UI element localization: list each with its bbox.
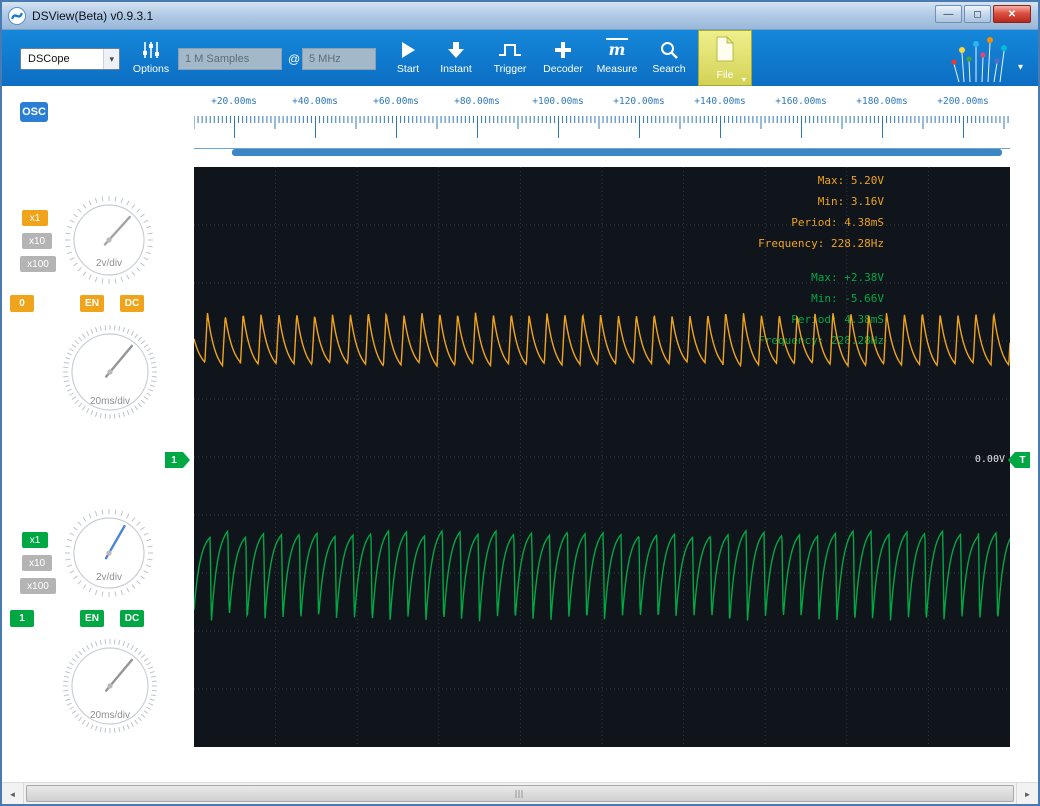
plus-icon bbox=[553, 36, 573, 60]
ruler-time-label: +80.00ms bbox=[454, 96, 500, 107]
timebase-label-bottom: 20ms/div bbox=[89, 710, 130, 721]
scroll-left-button[interactable]: ◄ bbox=[2, 783, 24, 804]
ch1-vdiv-label: 2v/div bbox=[95, 572, 123, 583]
ch0-coupling-button[interactable]: DC bbox=[120, 295, 144, 312]
scroll-left-arrow-icon: ◄ bbox=[8, 789, 17, 799]
plot-canvas bbox=[194, 167, 1010, 747]
trigger-marker-label: T bbox=[1019, 454, 1026, 466]
file-button[interactable]: File ▾ bbox=[698, 30, 752, 86]
ch0-probe-x100-button[interactable]: x100 bbox=[20, 256, 56, 272]
trigger-button[interactable]: Trigger bbox=[486, 36, 534, 82]
sample-count-field[interactable] bbox=[178, 48, 282, 70]
app-window: DSView(Beta) v0.9.3.1 — ◻ ✕ DSCope ▾ Opt… bbox=[0, 0, 1040, 806]
instant-label: Instant bbox=[440, 63, 472, 75]
file-document-icon bbox=[714, 35, 736, 67]
trigger-label: Trigger bbox=[493, 63, 527, 75]
ruler-time-label: +20.00ms bbox=[211, 96, 257, 107]
horizontal-scrollbar[interactable]: ◄ ► bbox=[2, 782, 1038, 804]
maximize-icon: ◻ bbox=[973, 8, 982, 20]
file-label: File bbox=[716, 68, 734, 81]
ruler-scroll-thumb[interactable] bbox=[232, 149, 1002, 156]
search-label: Search bbox=[652, 63, 686, 75]
instant-button[interactable]: Instant bbox=[432, 36, 480, 82]
chevron-down-icon: ▾ bbox=[103, 49, 119, 69]
ch1-vdiv-dial[interactable] bbox=[64, 508, 154, 598]
ch0-vdiv-dial[interactable] bbox=[64, 195, 154, 285]
ruler-ticks bbox=[194, 116, 1009, 138]
file-dropdown-caret-icon: ▾ bbox=[741, 75, 746, 84]
close-button[interactable]: ✕ bbox=[993, 5, 1031, 23]
trigger-position-marker[interactable]: T bbox=[1008, 452, 1030, 468]
ch0-index-badge[interactable]: 0 bbox=[10, 295, 34, 312]
ch1-probe-x100-button[interactable]: x100 bbox=[20, 578, 56, 594]
ch0-probe-x1-button[interactable]: x1 bbox=[22, 210, 48, 226]
sample-rate-field[interactable] bbox=[302, 48, 376, 70]
time-ruler[interactable]: +20.00ms +40.00ms +60.00ms +80.00ms +100.00m… bbox=[194, 86, 1010, 167]
scrollbar-grip bbox=[515, 790, 525, 798]
play-icon bbox=[399, 36, 417, 60]
ch1-index-badge[interactable]: 1 bbox=[10, 610, 34, 627]
titlebar[interactable]: DSView(Beta) v0.9.3.1 — ◻ ✕ bbox=[2, 2, 1038, 30]
ch1-position-marker[interactable]: 1 bbox=[165, 452, 190, 468]
decoder-button[interactable]: Decoder bbox=[538, 36, 588, 82]
sidebar: OSC x1 x10 x100 2v/div 0 EN DC 20ms/div … bbox=[2, 86, 194, 782]
window-controls: — ◻ ✕ bbox=[935, 5, 1031, 23]
ruler-time-label: +160.00ms bbox=[775, 96, 827, 107]
measure-button[interactable]: m Measure bbox=[592, 36, 642, 82]
sliders-icon bbox=[141, 36, 161, 60]
ch1-probe-x1-button[interactable]: x1 bbox=[22, 532, 48, 548]
window-title: DSView(Beta) v0.9.3.1 bbox=[32, 8, 154, 23]
app-logo-icon bbox=[8, 6, 26, 25]
ch0-enable-button[interactable]: EN bbox=[80, 295, 104, 312]
trigger-pulse-icon bbox=[498, 36, 522, 60]
decoder-label: Decoder bbox=[543, 63, 583, 75]
toolbar: DSCope ▾ Options @ Start Ins bbox=[2, 30, 1038, 86]
ruler-time-label: +200.00ms bbox=[937, 96, 989, 107]
start-label: Start bbox=[396, 63, 420, 75]
options-label: Options bbox=[132, 63, 170, 75]
close-icon: ✕ bbox=[1007, 8, 1017, 20]
ruler-time-label: +40.00ms bbox=[292, 96, 338, 107]
measure-label: Measure bbox=[596, 63, 638, 75]
ch1-probe-x10-button[interactable]: x10 bbox=[22, 555, 52, 571]
minimize-icon: — bbox=[943, 8, 954, 20]
start-button[interactable]: Start bbox=[386, 36, 430, 82]
options-button[interactable]: Options bbox=[128, 36, 174, 82]
ruler-time-label: +140.00ms bbox=[694, 96, 746, 107]
device-select-value: DSCope bbox=[28, 53, 70, 65]
probe-pins-graphic bbox=[946, 34, 1014, 89]
arrow-down-icon bbox=[447, 36, 465, 60]
device-select[interactable]: DSCope ▾ bbox=[20, 48, 120, 70]
ch1-coupling-button[interactable]: DC bbox=[120, 610, 144, 627]
minimize-button[interactable]: — bbox=[935, 5, 962, 23]
toolbar-overflow-caret[interactable]: ▾ bbox=[1018, 62, 1023, 73]
scroll-right-button[interactable]: ► bbox=[1016, 783, 1038, 804]
ch0-vdiv-label: 2v/div bbox=[95, 258, 123, 269]
ruler-time-label: +60.00ms bbox=[373, 96, 419, 107]
ch0-probe-x10-button[interactable]: x10 bbox=[22, 233, 52, 249]
ruler-time-label: +100.00ms bbox=[532, 96, 584, 107]
osc-mode-badge[interactable]: OSC bbox=[20, 102, 48, 122]
ch1-position-marker-label: 1 bbox=[171, 454, 177, 466]
at-symbol: @ bbox=[288, 52, 301, 66]
scroll-right-arrow-icon: ► bbox=[1023, 789, 1032, 799]
ch1-enable-button[interactable]: EN bbox=[80, 610, 104, 627]
ruler-time-label: +120.00ms bbox=[613, 96, 665, 107]
search-icon bbox=[659, 36, 679, 60]
timebase-label-top: 20ms/div bbox=[89, 396, 130, 407]
ruler-time-label: +180.00ms bbox=[856, 96, 908, 107]
waveform-plot[interactable]: Max: 5.20V Min: 3.16V Period: 4.38mS Fre… bbox=[194, 167, 1010, 747]
measure-m-icon: m bbox=[605, 36, 629, 60]
search-button[interactable]: Search bbox=[646, 36, 692, 82]
scrollbar-thumb[interactable] bbox=[26, 785, 1014, 802]
ch1-zero-voltage-label: 0.00V bbox=[974, 454, 1005, 465]
maximize-button[interactable]: ◻ bbox=[964, 5, 991, 23]
